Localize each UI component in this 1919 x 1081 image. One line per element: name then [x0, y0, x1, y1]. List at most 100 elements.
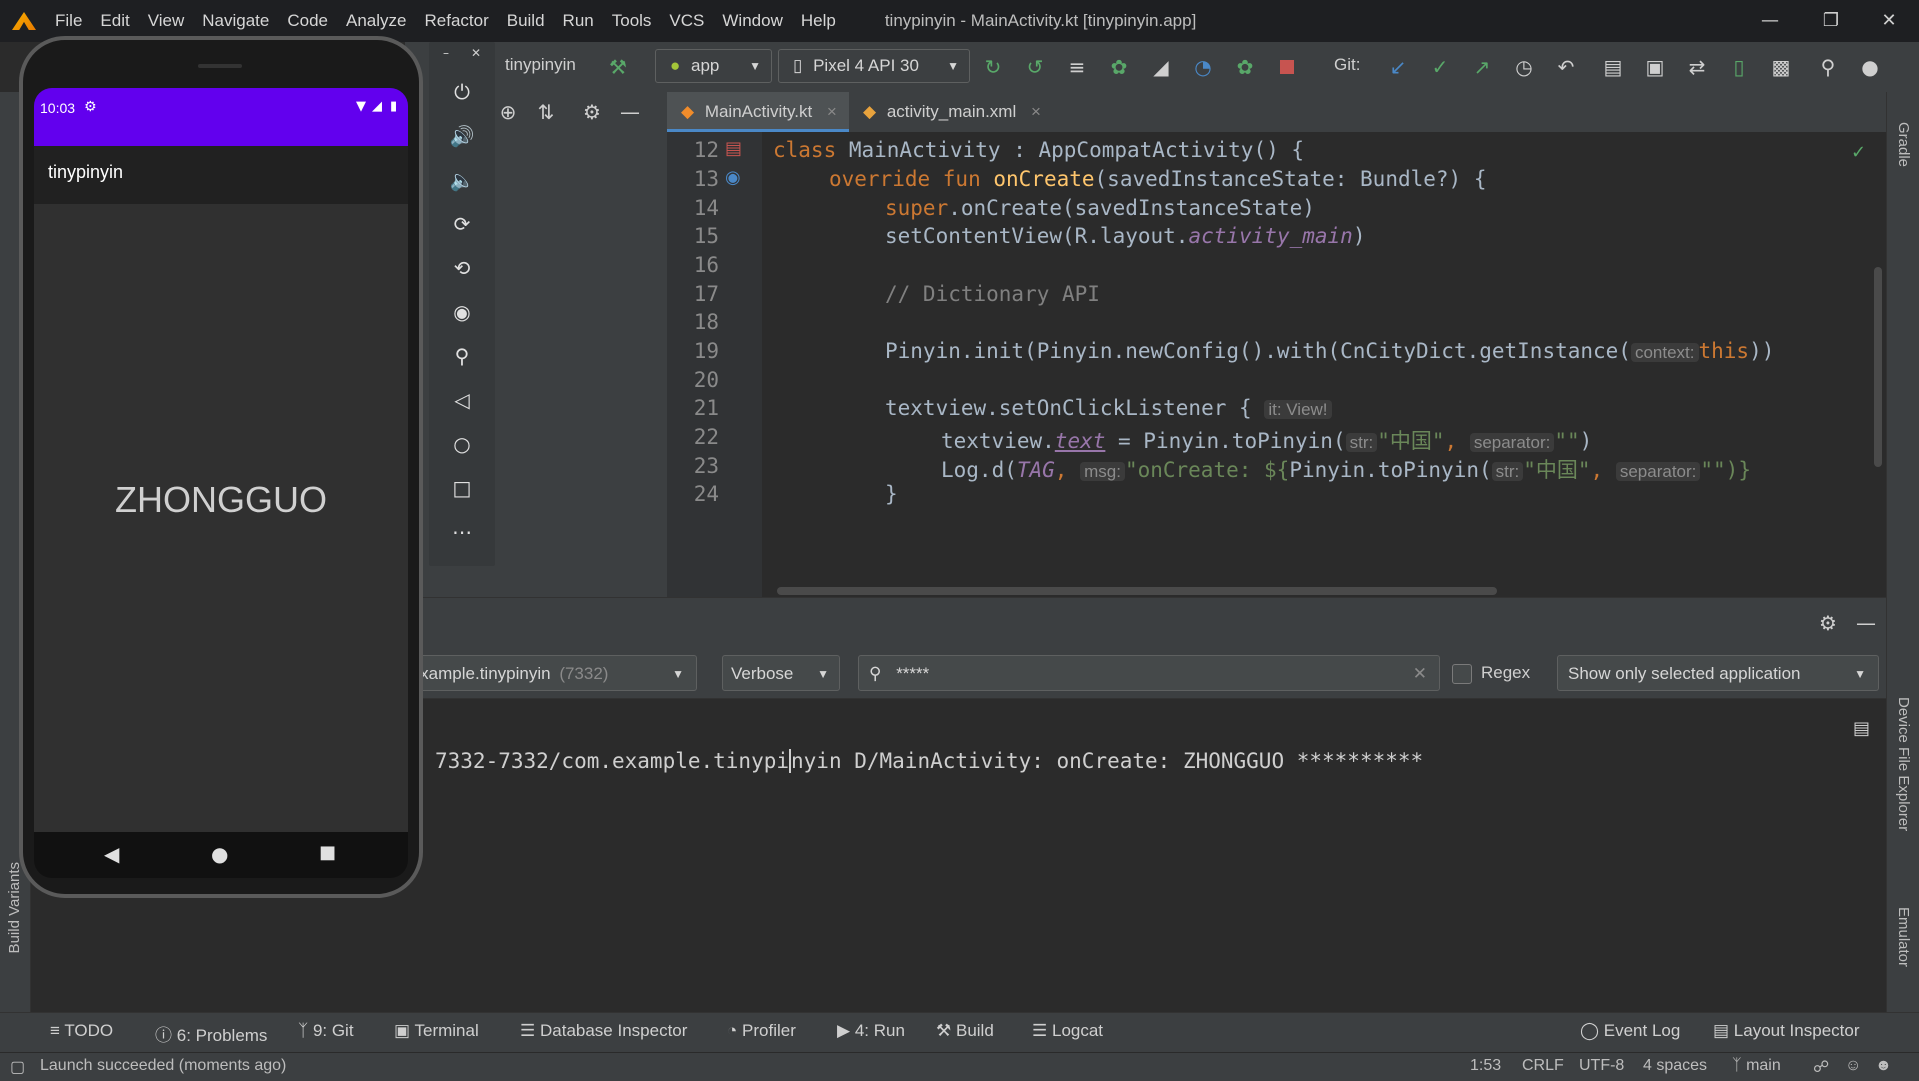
sync-gradle-icon[interactable]: ⇄ — [1684, 54, 1710, 80]
terminal-icon[interactable]: ▣ — [1642, 54, 1668, 80]
tab-terminal[interactable]: ▣ Terminal — [394, 1021, 479, 1041]
menu-window[interactable]: Window — [713, 11, 791, 31]
caret-position[interactable]: 1:53 — [1470, 1057, 1501, 1075]
attach-debugger-icon[interactable]: ✿ — [1232, 54, 1258, 80]
git-update-icon[interactable]: ↙ — [1385, 54, 1411, 80]
panel-toggle-icon[interactable]: ▢ — [10, 1057, 25, 1077]
file-encoding[interactable]: UTF-8 — [1579, 1057, 1624, 1075]
avd-manager-icon[interactable]: ▯ — [1726, 54, 1752, 80]
hide-panel-icon[interactable]: — — [1853, 610, 1879, 636]
power-icon[interactable]: ⏻ — [429, 80, 495, 104]
device-select[interactable]: ▯ Pixel 4 API 30 ▼ — [778, 49, 970, 83]
debug-icon[interactable]: ✿ — [1106, 54, 1132, 80]
menu-navigate[interactable]: Navigate — [193, 11, 278, 31]
run-config-select[interactable]: ● app ▼ — [655, 49, 772, 83]
menu-file[interactable]: File — [46, 11, 91, 31]
code-editor[interactable]: 12 13 14 15 16 17 18 19 20 21 22 23 24 ▤… — [667, 132, 1886, 597]
restore-icon[interactable]: ❐ — [1808, 6, 1854, 36]
line-separator[interactable]: CRLF — [1522, 1057, 1564, 1075]
menu-edit[interactable]: Edit — [91, 11, 138, 31]
tab-profiler[interactable]: ◔ Profiler — [727, 1021, 796, 1041]
gear-icon[interactable]: ⚙ — [1815, 610, 1841, 636]
hide-panel-icon[interactable]: — — [617, 99, 643, 125]
filter-select[interactable]: Show only selected application ▼ — [1557, 655, 1879, 691]
git-commit-icon[interactable]: ✓ — [1427, 54, 1453, 80]
tab-logcat[interactable]: ☰ Logcat — [1032, 1021, 1103, 1041]
tab-todo[interactable]: ≡ TODO — [50, 1021, 113, 1041]
tab-database-inspector[interactable]: ☰ Database Inspector — [520, 1021, 687, 1041]
git-branch[interactable]: ᛉ main — [1732, 1057, 1781, 1075]
status-message[interactable]: Launch succeeded (moments ago) — [40, 1057, 286, 1075]
close-tab-icon[interactable]: × — [1031, 102, 1041, 121]
phone-screen[interactable]: 10:03 ⚙ ▼ ◢ ▮ tinypinyin ZHONGGUO — [34, 88, 408, 832]
override-marker-icon[interactable]: ◉ — [725, 167, 741, 188]
close-icon[interactable]: ✕ — [1866, 6, 1912, 36]
search-icon[interactable]: ⚲ — [1815, 54, 1841, 80]
apply-changes-icon[interactable]: ↻ — [980, 54, 1006, 80]
inspector-face-icon[interactable]: ☺ — [1845, 1057, 1861, 1075]
tab-build[interactable]: ⚒ Build — [936, 1021, 994, 1041]
close-tab-icon[interactable]: × — [827, 102, 837, 121]
stop-icon[interactable] — [1274, 54, 1300, 80]
zoom-icon[interactable]: ⚲ — [429, 344, 495, 368]
back-icon[interactable]: ◁ — [429, 388, 495, 412]
coverage-icon[interactable]: ◢ — [1148, 54, 1174, 80]
account-icon[interactable]: ● — [1857, 54, 1883, 80]
menu-run[interactable]: Run — [554, 11, 603, 31]
notifications-icon[interactable]: ☻ — [1875, 1057, 1892, 1075]
tab-git[interactable]: ᛉ 9: Git — [298, 1021, 354, 1041]
vertical-scrollbar[interactable] — [1874, 267, 1882, 467]
log-line[interactable]: 7332-7332/com.example.tinypinyin D/MainA… — [435, 749, 1423, 773]
rotate-right-icon[interactable]: ⟲ — [429, 256, 495, 280]
menu-vcs[interactable]: VCS — [660, 11, 713, 31]
log-search-input[interactable]: ⚲ ***** ✕ — [858, 655, 1440, 691]
minimize-icon[interactable]: — — [1747, 6, 1793, 36]
profile-icon[interactable]: ◔ — [1190, 54, 1216, 80]
collapse-icon[interactable]: ⇅ — [533, 99, 559, 125]
run-list-icon[interactable]: ≡ — [1064, 54, 1090, 80]
volume-up-icon[interactable]: 🔊 — [429, 124, 495, 148]
process-select[interactable]: .example.tinypinyin (7332) ▼ — [405, 655, 697, 691]
regex-checkbox[interactable] — [1452, 664, 1472, 684]
git-push-icon[interactable]: ↗ — [1469, 54, 1495, 80]
gradle-label[interactable]: Gradle — [1895, 122, 1912, 167]
locate-icon[interactable]: ⊕ — [495, 99, 521, 125]
emulator-label[interactable]: Emulator — [1895, 907, 1912, 967]
class-marker-icon[interactable]: ▤ — [725, 138, 742, 159]
project-breadcrumb[interactable]: tinypinyin — [505, 55, 576, 75]
home-icon[interactable]: ● — [211, 842, 228, 866]
build-variants-label[interactable]: Build Variants — [6, 862, 23, 953]
overview-icon[interactable]: ■ — [319, 842, 336, 863]
tab-layout-inspector[interactable]: ▤ Layout Inspector — [1713, 1021, 1860, 1041]
more-icon[interactable]: ⋯ — [429, 520, 495, 544]
close-icon[interactable]: ✕ — [471, 46, 481, 60]
back-icon[interactable]: ◀ — [104, 842, 119, 866]
rollback-icon[interactable]: ↶ — [1553, 54, 1579, 80]
history-icon[interactable]: ◷ — [1511, 54, 1537, 80]
tab-problems[interactable]: ⓘ 6: Problems — [155, 1021, 267, 1046]
menu-build[interactable]: Build — [498, 11, 554, 31]
sdk-manager-icon[interactable]: ▩ — [1768, 54, 1794, 80]
tab-event-log[interactable]: ◯ Event Log — [1580, 1021, 1680, 1041]
pinyin-textview[interactable]: ZHONGGUO — [34, 479, 408, 521]
device-file-explorer-label[interactable]: Device File Explorer — [1895, 697, 1912, 831]
menu-code[interactable]: Code — [278, 11, 337, 31]
overview-icon[interactable]: □ — [429, 476, 495, 500]
gear-icon[interactable]: ⚙ — [579, 99, 605, 125]
indent-setting[interactable]: 4 spaces — [1643, 1057, 1707, 1075]
camera-icon[interactable]: ◉ — [429, 300, 495, 324]
hammer-icon[interactable]: ⚒ — [605, 54, 631, 80]
tab-run[interactable]: ▶ 4: Run — [837, 1021, 905, 1041]
menu-help[interactable]: Help — [792, 11, 845, 31]
horizontal-scrollbar[interactable] — [777, 587, 1497, 595]
no-problems-check-icon[interactable]: ✓ — [1851, 142, 1866, 163]
apply-code-changes-icon[interactable]: ↺ — [1022, 54, 1048, 80]
home-icon[interactable]: ○ — [429, 432, 495, 456]
clear-icon[interactable]: ✕ — [1413, 656, 1427, 692]
tab-activity-main[interactable]: ◆ activity_main.xml × — [863, 92, 1043, 132]
lock-icon[interactable]: ☍ — [1813, 1057, 1829, 1077]
minimize-icon[interactable]: – — [443, 46, 449, 60]
log-level-select[interactable]: Verbose ▼ — [722, 655, 840, 691]
menu-analyze[interactable]: Analyze — [337, 11, 415, 31]
volume-down-icon[interactable]: 🔈 — [429, 168, 495, 192]
